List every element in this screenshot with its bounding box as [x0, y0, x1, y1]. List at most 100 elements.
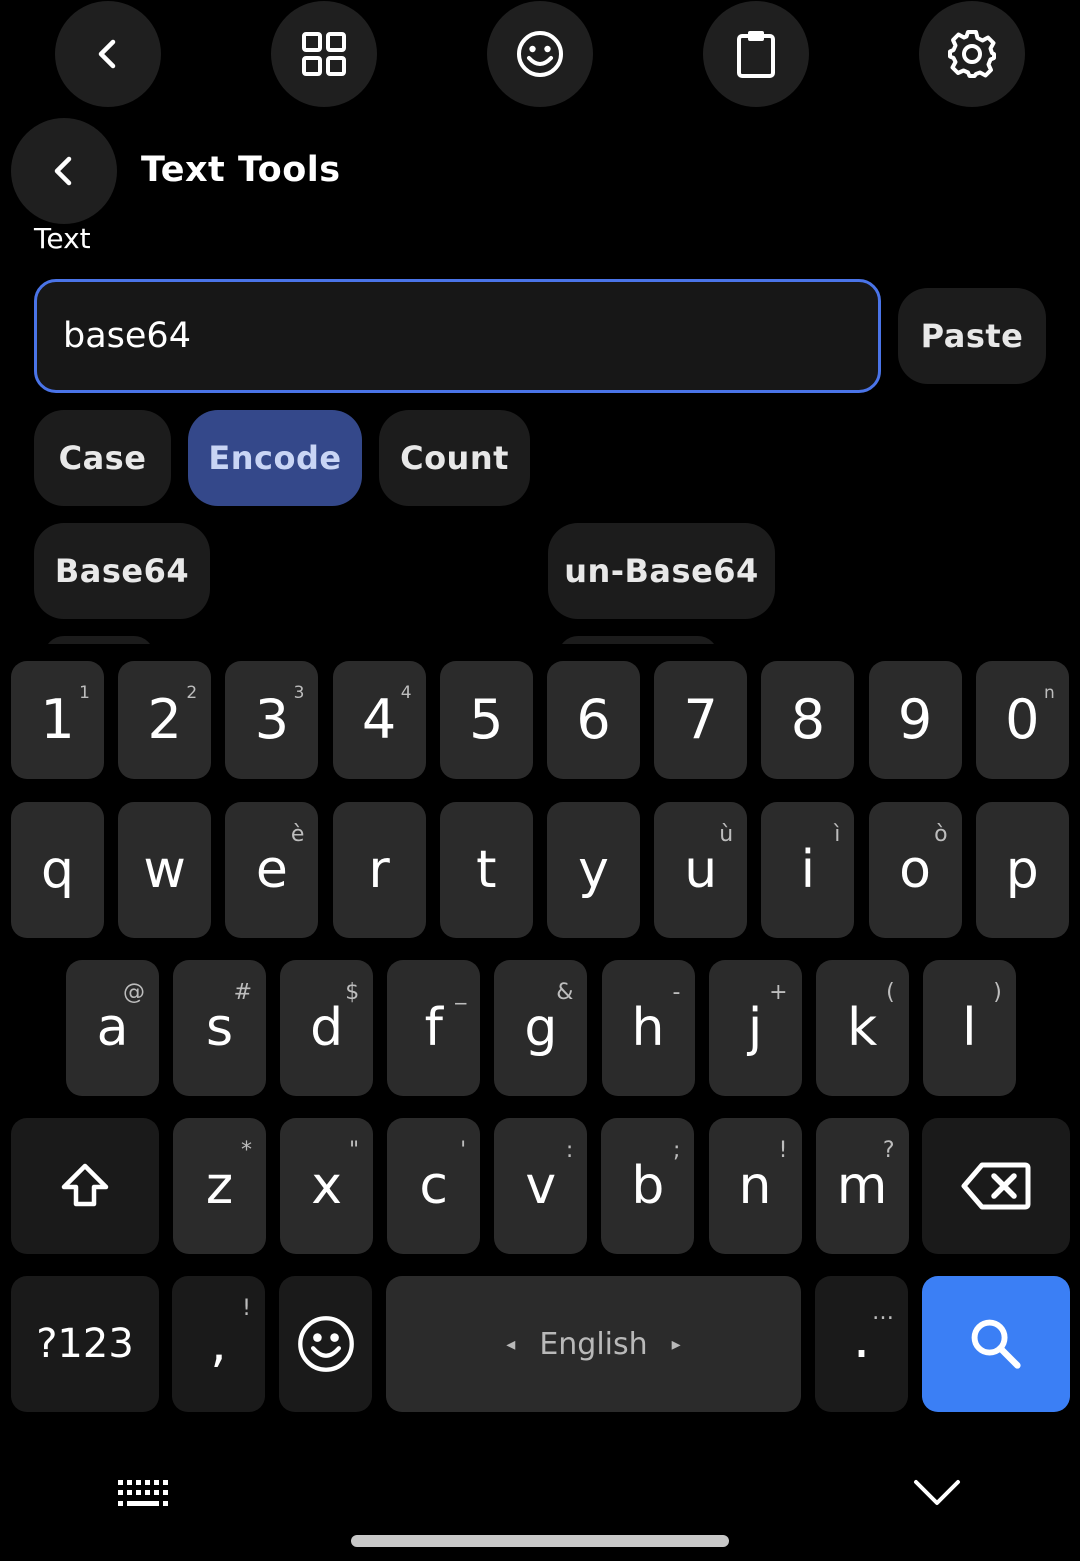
- key-label: 2: [147, 688, 182, 751]
- key-hint: :: [565, 1138, 574, 1163]
- key-d[interactable]: d $: [280, 960, 374, 1096]
- period-key-hint: …: [872, 1300, 894, 1325]
- backspace-icon: [961, 1162, 1031, 1210]
- hide-keyboard-button[interactable]: [912, 1474, 962, 1510]
- key-a[interactable]: a @: [66, 960, 159, 1096]
- toolbar-apps-button[interactable]: [271, 1, 377, 107]
- key-label: s: [206, 998, 234, 1058]
- scroll-peek: [0, 636, 1080, 644]
- toolbar-back-button[interactable]: [55, 1, 161, 107]
- key-label: 6: [576, 688, 611, 751]
- un-base64-button[interactable]: un-Base64: [548, 523, 775, 619]
- toolbar-settings-button[interactable]: [919, 1, 1025, 107]
- key-v[interactable]: v:: [494, 1118, 588, 1254]
- key-b[interactable]: b;: [601, 1118, 695, 1254]
- key-hint: n: [1044, 683, 1055, 703]
- space-language: English: [539, 1326, 648, 1362]
- paste-button[interactable]: Paste: [898, 288, 1046, 384]
- keyboard: 11223344567890n qweèrtyuùiìoòp a @ s # d $ f _ g…: [0, 644, 1080, 1561]
- toolbar-emoji-button[interactable]: [487, 1, 593, 107]
- period-key[interactable]: . …: [815, 1276, 908, 1412]
- key-hint: $: [345, 980, 360, 1005]
- key-w[interactable]: w: [118, 802, 212, 938]
- key-hint: #: [233, 980, 253, 1005]
- key-e[interactable]: eè: [225, 802, 319, 938]
- key-label: l: [962, 998, 977, 1058]
- key-hint: ': [460, 1138, 467, 1163]
- key-g[interactable]: g &: [494, 960, 588, 1096]
- comma-key[interactable]: , !: [172, 1276, 265, 1412]
- emoji-icon: [297, 1316, 354, 1372]
- symbols-key[interactable]: ?123: [11, 1276, 159, 1412]
- key-c[interactable]: c ': [387, 1118, 481, 1254]
- key-1[interactable]: 11: [11, 661, 104, 779]
- backspace-key[interactable]: [922, 1118, 1070, 1254]
- key-q[interactable]: q: [11, 802, 104, 938]
- key-hint: &: [556, 980, 574, 1005]
- space-key[interactable]: ◂ English ▸: [386, 1276, 801, 1412]
- key-4[interactable]: 44: [332, 661, 426, 779]
- key-o[interactable]: oò: [868, 802, 962, 938]
- space-right-arrow: ▸: [671, 1333, 681, 1355]
- key-t[interactable]: t: [439, 802, 533, 938]
- key-i[interactable]: iì: [761, 802, 855, 938]
- key-y[interactable]: y: [547, 802, 640, 938]
- key-f[interactable]: f _: [387, 960, 481, 1096]
- key-x[interactable]: x ": [280, 1118, 374, 1254]
- key-label: v: [525, 1156, 557, 1216]
- base64-button[interactable]: Base64: [34, 523, 210, 619]
- toolbar-clipboard-button[interactable]: [703, 1, 809, 107]
- text-input-value: base64: [63, 316, 191, 356]
- key-2[interactable]: 22: [118, 661, 212, 779]
- key-s[interactable]: s #: [173, 960, 267, 1096]
- text-input[interactable]: base64: [34, 279, 881, 393]
- key-8[interactable]: 8: [761, 661, 855, 779]
- home-indicator[interactable]: [351, 1535, 729, 1547]
- emoji-icon: [517, 31, 563, 77]
- key-hint: +: [769, 980, 788, 1005]
- key-u[interactable]: uù: [654, 802, 748, 938]
- key-hint: ?: [882, 1138, 895, 1163]
- key-r[interactable]: r: [332, 802, 426, 938]
- search-key[interactable]: [922, 1276, 1070, 1412]
- key-z[interactable]: z *: [173, 1118, 266, 1254]
- key-hint: ;: [672, 1138, 681, 1163]
- key-label: e: [255, 840, 288, 900]
- key-j[interactable]: j +: [708, 960, 802, 1096]
- key-label: n: [738, 1156, 772, 1216]
- key-label: 1: [40, 688, 75, 751]
- key-label: x: [311, 1156, 342, 1216]
- key-m[interactable]: m?: [815, 1118, 909, 1254]
- key-k[interactable]: k(: [815, 960, 909, 1096]
- emoji-key[interactable]: [279, 1276, 372, 1412]
- key-p[interactable]: p: [975, 802, 1069, 938]
- key-hint: ): [993, 980, 1002, 1005]
- keyboard-switch-button[interactable]: [118, 1478, 170, 1510]
- key-hint: ò: [934, 822, 948, 847]
- key-0[interactable]: 0n: [975, 661, 1069, 779]
- key-label: u: [684, 840, 718, 900]
- key-hint: *: [241, 1138, 252, 1163]
- key-label: 5: [469, 688, 504, 751]
- key-h[interactable]: h-: [601, 960, 695, 1096]
- key-6[interactable]: 6: [547, 661, 640, 779]
- search-icon: [971, 1319, 1021, 1369]
- key-l[interactable]: l): [922, 960, 1016, 1096]
- tab-encode[interactable]: Encode: [188, 410, 362, 506]
- shift-key[interactable]: [11, 1118, 159, 1254]
- key-label: p: [1005, 840, 1039, 900]
- tab-case[interactable]: Case: [34, 410, 171, 506]
- key-7[interactable]: 7: [654, 661, 748, 779]
- key-9[interactable]: 9: [868, 661, 962, 779]
- tab-count[interactable]: Count: [379, 410, 530, 506]
- key-3[interactable]: 33: [225, 661, 319, 779]
- key-n[interactable]: n!: [708, 1118, 802, 1254]
- key-label: i: [800, 840, 816, 900]
- chevron-down-icon: [914, 1480, 960, 1505]
- key-5[interactable]: 5: [439, 661, 533, 779]
- key-hint: è: [290, 822, 305, 847]
- header-back-button[interactable]: [11, 118, 117, 224]
- page-title: Text Tools: [141, 150, 341, 190]
- gear-icon: [948, 30, 996, 78]
- key-label: b: [631, 1156, 665, 1216]
